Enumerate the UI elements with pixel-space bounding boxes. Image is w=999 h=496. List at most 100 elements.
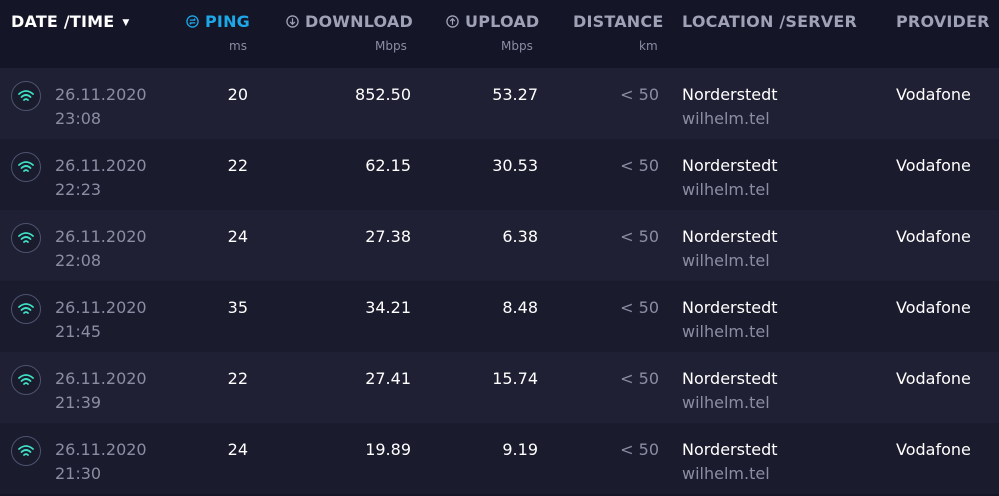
upload-icon bbox=[446, 15, 459, 28]
download-unit: Mbps bbox=[375, 39, 407, 53]
row-download: 62.15 bbox=[365, 156, 411, 175]
row-city: Norderstedt bbox=[682, 298, 778, 317]
wifi-icon bbox=[11, 365, 41, 395]
row-distance: < 50 bbox=[620, 227, 659, 246]
table-row[interactable]: 26.11.2020 21:39 22 27.41 15.74 < 50 Nord… bbox=[0, 352, 999, 423]
wifi-icon bbox=[11, 223, 41, 253]
row-location: Norderstedt wilhelm.tel bbox=[682, 438, 778, 486]
row-city: Norderstedt bbox=[682, 156, 778, 175]
distance-unit: km bbox=[639, 39, 658, 53]
row-upload: 9.19 bbox=[502, 440, 538, 459]
row-time: 22:23 bbox=[55, 180, 102, 199]
row-location: Norderstedt wilhelm.tel bbox=[682, 83, 778, 131]
row-upload: 53.27 bbox=[492, 85, 538, 104]
row-city: Norderstedt bbox=[682, 227, 778, 246]
table-row[interactable]: 26.11.2020 21:45 35 34.21 8.48 < 50 Norde… bbox=[0, 281, 999, 352]
row-download: 19.89 bbox=[365, 440, 411, 459]
row-server: wilhelm.tel bbox=[682, 180, 770, 199]
datetime-label: DATE /TIME bbox=[11, 12, 115, 31]
row-download: 852.50 bbox=[355, 85, 411, 104]
row-download: 27.38 bbox=[365, 227, 411, 246]
column-header-location[interactable]: LOCATION /SERVER bbox=[682, 12, 857, 31]
column-header-upload[interactable]: UPLOAD bbox=[446, 12, 539, 31]
row-datetime: 26.11.2020 23:08 bbox=[55, 83, 147, 131]
row-server: wilhelm.tel bbox=[682, 464, 770, 483]
row-server: wilhelm.tel bbox=[682, 251, 770, 270]
row-distance: < 50 bbox=[620, 156, 659, 175]
row-city: Norderstedt bbox=[682, 369, 778, 388]
upload-unit: Mbps bbox=[501, 39, 533, 53]
table-header: DATE /TIME ▼ PING ms DOWNLOAD Mbps UPLOAD… bbox=[0, 0, 999, 68]
ping-label: PING bbox=[205, 12, 251, 31]
row-distance: < 50 bbox=[620, 440, 659, 459]
row-time: 21:30 bbox=[55, 464, 102, 483]
column-header-ping[interactable]: PING bbox=[186, 12, 250, 31]
row-datetime: 26.11.2020 21:30 bbox=[55, 438, 147, 486]
row-provider: Vodafone bbox=[896, 440, 971, 459]
wifi-icon bbox=[11, 81, 41, 111]
row-time: 22:08 bbox=[55, 251, 102, 270]
row-distance: < 50 bbox=[620, 369, 659, 388]
row-time: 21:45 bbox=[55, 322, 102, 341]
row-ping: 24 bbox=[227, 227, 248, 246]
row-city: Norderstedt bbox=[682, 85, 778, 104]
row-location: Norderstedt wilhelm.tel bbox=[682, 154, 778, 202]
wifi-icon bbox=[11, 436, 41, 466]
row-server: wilhelm.tel bbox=[682, 322, 770, 341]
row-ping: 20 bbox=[227, 85, 248, 104]
row-download: 34.21 bbox=[365, 298, 411, 317]
table-row[interactable]: 26.11.2020 23:08 20 852.50 53.27 < 50 Nor… bbox=[0, 68, 999, 139]
row-ping: 24 bbox=[227, 440, 248, 459]
row-time: 21:39 bbox=[55, 393, 102, 412]
row-date: 26.11.2020 bbox=[55, 85, 147, 104]
row-download: 27.41 bbox=[365, 369, 411, 388]
row-server: wilhelm.tel bbox=[682, 109, 770, 128]
row-upload: 6.38 bbox=[502, 227, 538, 246]
row-date: 26.11.2020 bbox=[55, 156, 147, 175]
column-header-distance[interactable]: DISTANCE bbox=[573, 12, 663, 31]
row-location: Norderstedt wilhelm.tel bbox=[682, 367, 778, 415]
row-datetime: 26.11.2020 21:39 bbox=[55, 367, 147, 415]
sort-down-icon[interactable]: ▼ bbox=[122, 18, 129, 28]
wifi-icon bbox=[11, 294, 41, 324]
table-row[interactable]: 26.11.2020 22:23 22 62.15 30.53 < 50 Nord… bbox=[0, 139, 999, 210]
ping-unit: ms bbox=[229, 39, 247, 53]
row-provider: Vodafone bbox=[896, 156, 971, 175]
column-header-download[interactable]: DOWNLOAD bbox=[286, 12, 413, 31]
row-ping: 22 bbox=[227, 156, 248, 175]
row-city: Norderstedt bbox=[682, 440, 778, 459]
row-ping: 35 bbox=[227, 298, 248, 317]
results-rows: 26.11.2020 23:08 20 852.50 53.27 < 50 Nor… bbox=[0, 68, 999, 494]
row-date: 26.11.2020 bbox=[55, 369, 147, 388]
ping-icon bbox=[186, 15, 199, 28]
row-provider: Vodafone bbox=[896, 369, 971, 388]
table-row[interactable]: 26.11.2020 21:30 24 19.89 9.19 < 50 Norde… bbox=[0, 423, 999, 494]
row-upload: 8.48 bbox=[502, 298, 538, 317]
download-icon bbox=[286, 15, 299, 28]
row-distance: < 50 bbox=[620, 298, 659, 317]
row-upload: 15.74 bbox=[492, 369, 538, 388]
row-time: 23:08 bbox=[55, 109, 102, 128]
row-date: 26.11.2020 bbox=[55, 227, 147, 246]
wifi-icon bbox=[11, 152, 41, 182]
upload-label: UPLOAD bbox=[465, 12, 540, 31]
row-datetime: 26.11.2020 22:08 bbox=[55, 225, 147, 273]
row-datetime: 26.11.2020 21:45 bbox=[55, 296, 147, 344]
row-date: 26.11.2020 bbox=[55, 440, 147, 459]
row-provider: Vodafone bbox=[896, 227, 971, 246]
row-provider: Vodafone bbox=[896, 85, 971, 104]
row-server: wilhelm.tel bbox=[682, 393, 770, 412]
row-date: 26.11.2020 bbox=[55, 298, 147, 317]
download-label: DOWNLOAD bbox=[305, 12, 413, 31]
row-datetime: 26.11.2020 22:23 bbox=[55, 154, 147, 202]
row-distance: < 50 bbox=[620, 85, 659, 104]
results-table: DATE /TIME ▼ PING ms DOWNLOAD Mbps UPLOAD… bbox=[0, 0, 999, 496]
row-location: Norderstedt wilhelm.tel bbox=[682, 225, 778, 273]
table-row[interactable]: 26.11.2020 22:08 24 27.38 6.38 < 50 Norde… bbox=[0, 210, 999, 281]
column-header-datetime[interactable]: DATE /TIME ▼ bbox=[11, 12, 130, 31]
row-ping: 22 bbox=[227, 369, 248, 388]
row-provider: Vodafone bbox=[896, 298, 971, 317]
row-location: Norderstedt wilhelm.tel bbox=[682, 296, 778, 344]
row-upload: 30.53 bbox=[492, 156, 538, 175]
column-header-provider[interactable]: PROVIDER bbox=[896, 12, 990, 31]
